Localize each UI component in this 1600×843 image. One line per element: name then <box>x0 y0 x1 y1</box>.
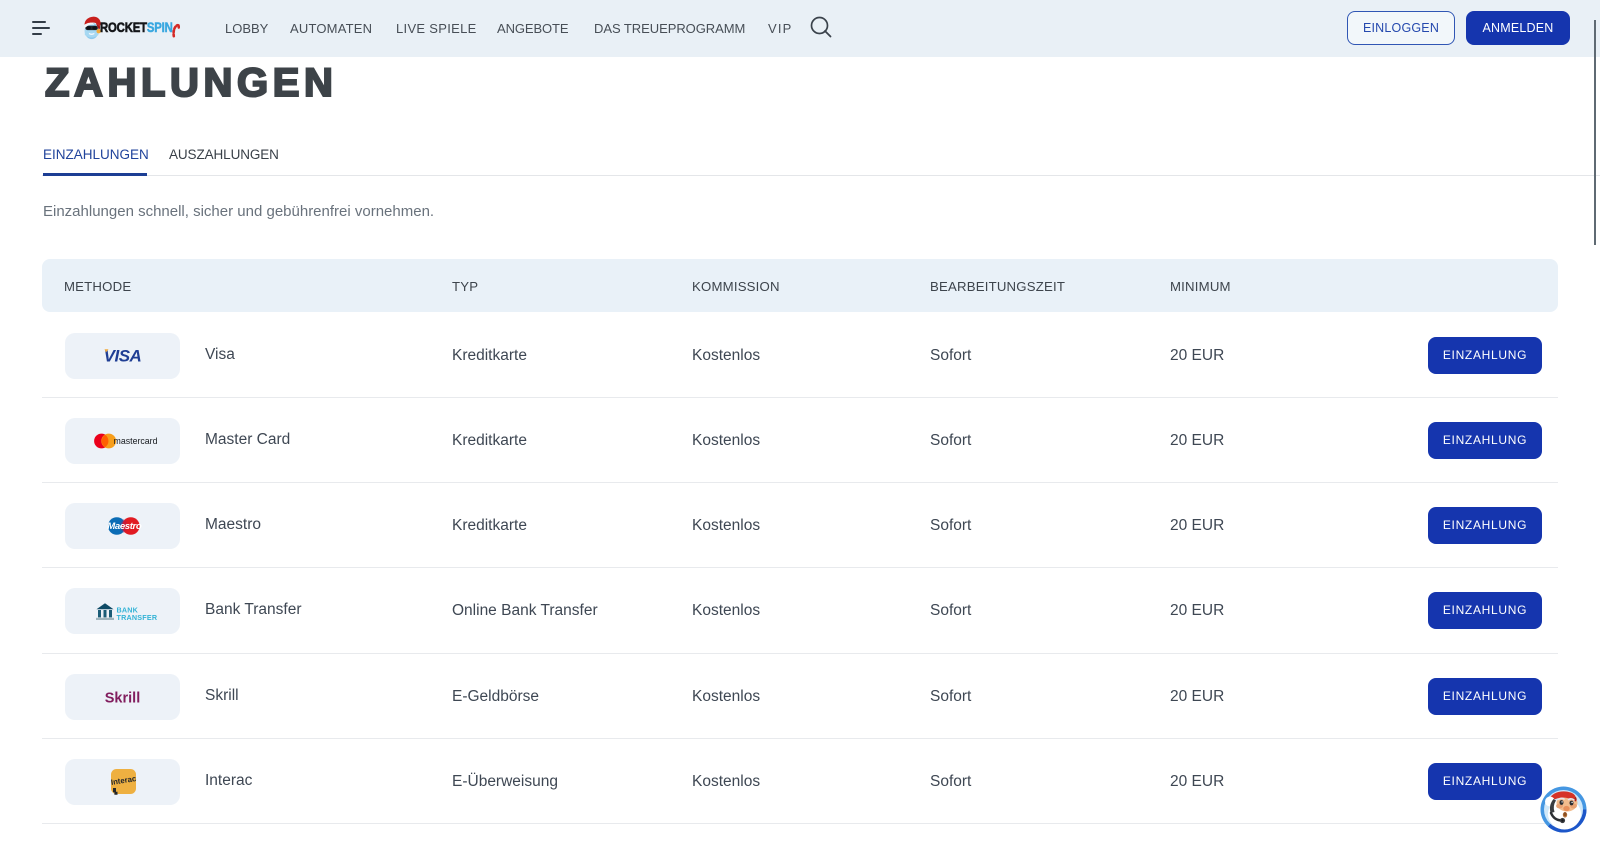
svg-text:Skrill: Skrill <box>105 690 140 706</box>
svg-text:VISA: VISA <box>104 347 142 366</box>
svg-text:Maestro: Maestro <box>107 521 142 532</box>
svg-text:TRANSFER: TRANSFER <box>117 613 158 622</box>
svg-text:mastercard: mastercard <box>114 436 158 446</box>
